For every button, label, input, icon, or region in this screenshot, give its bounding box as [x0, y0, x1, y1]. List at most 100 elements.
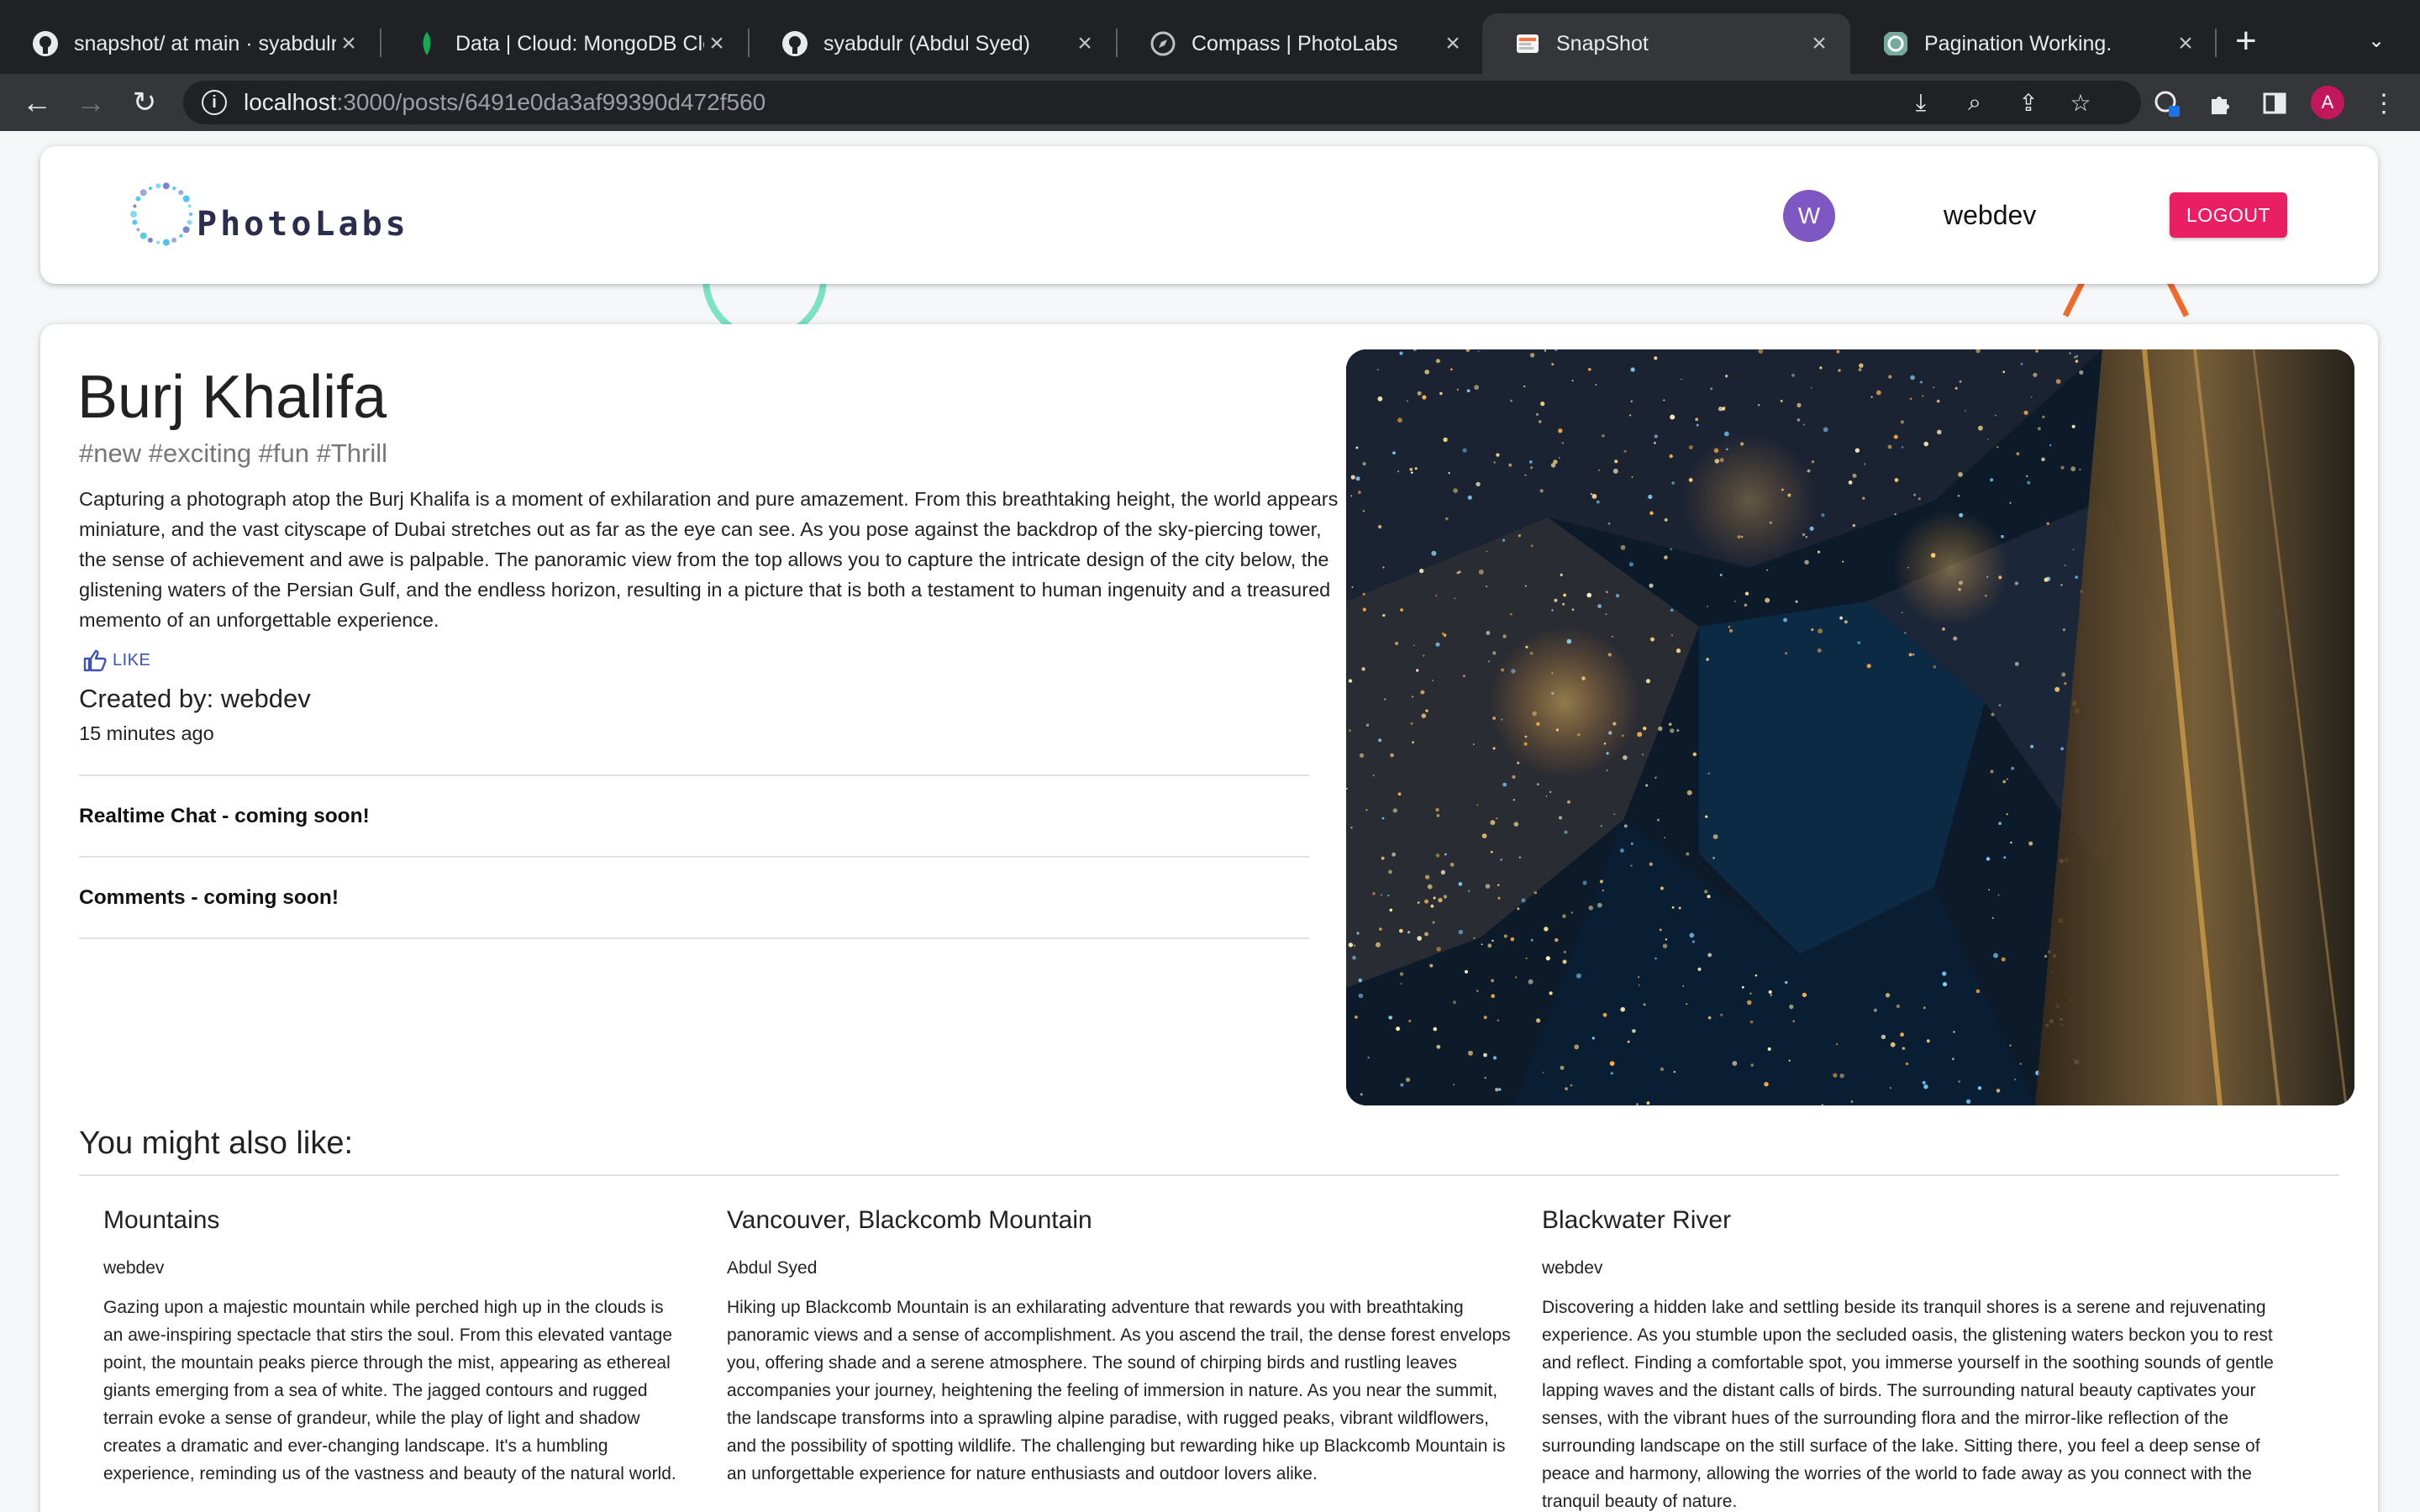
- city-light: [1521, 898, 1526, 903]
- divider: [79, 774, 1309, 776]
- city-light: [1654, 441, 1656, 444]
- brand-name[interactable]: PhotoLabs: [197, 205, 409, 244]
- recommended-post-card[interactable]: Blackwater River webdev Discovering a hi…: [1542, 1206, 2298, 1512]
- city-light: [2010, 841, 2012, 844]
- city-light: [1358, 978, 1363, 983]
- city-light: [1844, 620, 1848, 624]
- browser-profile-avatar[interactable]: A: [2311, 86, 2344, 119]
- city-light: [1797, 402, 1802, 407]
- address-url[interactable]: localhost:3000/posts/6491e0da3af99390d47…: [244, 89, 765, 116]
- install-app-icon[interactable]: ⤓: [1907, 89, 1934, 116]
- logo-dot: [155, 183, 161, 189]
- city-light: [1768, 990, 1772, 995]
- share-icon[interactable]: ⇪: [2015, 89, 2042, 116]
- like-button[interactable]: LIKE: [82, 648, 150, 672]
- city-light: [1785, 980, 1788, 984]
- city-light: [1900, 420, 1904, 424]
- city-light: [1529, 353, 1535, 358]
- recommended-post-card[interactable]: Mountains webdev Gazing upon a majestic …: [103, 1206, 683, 1488]
- city-light: [1443, 633, 1447, 637]
- forward-arrow-icon[interactable]: →: [71, 82, 111, 123]
- tab-github-snapshot[interactable]: snapshot/ at main · syabdulr ×: [0, 13, 380, 74]
- site-info-icon[interactable]: i: [202, 90, 227, 115]
- recommended-post-title: Vancouver, Blackcomb Mountain: [727, 1206, 1092, 1234]
- city-light: [1567, 800, 1570, 804]
- divider: [79, 1174, 2339, 1176]
- tab-compass[interactable]: Compass | PhotoLabs ×: [1118, 13, 1484, 74]
- recommended-post-message: Discovering a hidden lake and settling b…: [1542, 1298, 2274, 1511]
- city-light: [1387, 895, 1390, 897]
- city-light: [1423, 654, 1425, 657]
- city-light: [1996, 446, 1999, 449]
- reload-icon[interactable]: ↻: [124, 82, 165, 123]
- city-light: [1399, 351, 1403, 355]
- user-avatar[interactable]: W: [1783, 190, 1835, 242]
- photolabs-logo-icon[interactable]: [128, 180, 197, 249]
- city-light: [1399, 972, 1404, 976]
- city-light: [1613, 813, 1616, 816]
- city-light: [2075, 575, 2079, 579]
- logout-button[interactable]: LOGOUT: [2170, 192, 2287, 238]
- bookmark-star-icon[interactable]: ☆: [2067, 89, 2094, 116]
- back-arrow-icon[interactable]: ←: [17, 82, 57, 123]
- close-tab-icon[interactable]: ×: [1440, 29, 1465, 58]
- aerial-night-city-image: [1346, 349, 2354, 1105]
- city-light: [1991, 712, 1995, 717]
- extension-globe-icon[interactable]: [2153, 89, 2181, 118]
- close-tab-icon[interactable]: ×: [336, 29, 361, 58]
- city-light: [2027, 480, 2031, 485]
- city-light: [1443, 895, 1447, 899]
- city-light: [1503, 934, 1507, 938]
- browser-menu-kebab-icon[interactable]: ⋮: [2370, 89, 2398, 118]
- tab-snapshot-active[interactable]: SnapShot ×: [1482, 13, 1850, 74]
- city-light: [1770, 994, 1773, 997]
- address-bar[interactable]: i localhost:3000/posts/6491e0da3af99390d…: [183, 81, 2141, 124]
- city-light: [1560, 573, 1563, 576]
- city-light: [1645, 784, 1649, 787]
- city-light: [1707, 772, 1710, 774]
- zoom-icon[interactable]: ⌕: [1961, 89, 1988, 116]
- city-light: [1389, 908, 1393, 912]
- city-light: [1733, 601, 1736, 602]
- city-light: [1933, 665, 1937, 669]
- new-tab-plus-icon[interactable]: +: [2235, 22, 2257, 60]
- city-light: [1350, 826, 1353, 829]
- tab-github-profile[interactable]: syabdulr (Abdul Syed) ×: [750, 13, 1116, 74]
- city-light: [1408, 1019, 1412, 1023]
- city-light: [1997, 894, 2000, 896]
- city-light: [1641, 753, 1644, 756]
- close-tab-icon[interactable]: ×: [1072, 29, 1097, 58]
- city-light: [1605, 613, 1607, 616]
- city-light: [1396, 1026, 1401, 1032]
- city-light: [1392, 451, 1396, 454]
- city-light: [1817, 648, 1822, 653]
- close-tab-icon[interactable]: ×: [704, 29, 729, 58]
- city-light: [1590, 493, 1593, 496]
- city-light: [1754, 974, 1758, 977]
- tab-mongodb[interactable]: Data | Cloud: MongoDB Cloud ×: [381, 13, 748, 74]
- city-light: [1636, 1103, 1639, 1105]
- city-light: [1876, 390, 1881, 396]
- tab-title: Compass | PhotoLabs: [1192, 31, 1398, 55]
- recommended-post-card[interactable]: Vancouver, Blackcomb Mountain Abdul Syed…: [727, 1206, 1517, 1488]
- close-tab-icon[interactable]: ×: [1807, 29, 1832, 58]
- close-tab-icon[interactable]: ×: [2173, 29, 2198, 58]
- city-light: [1623, 824, 1628, 828]
- city-light: [1942, 971, 1947, 976]
- city-light: [1792, 1020, 1795, 1023]
- city-light: [1392, 852, 1396, 857]
- city-light: [1919, 381, 1923, 384]
- city-light: [1953, 636, 1958, 641]
- city-light: [1486, 550, 1488, 553]
- city-light: [1913, 493, 1916, 496]
- tab-search-chevron-icon[interactable]: ⌄: [2368, 29, 2385, 53]
- extensions-puzzle-icon[interactable]: [2207, 89, 2235, 118]
- city-light: [2033, 372, 2038, 377]
- city-light: [1978, 425, 1983, 431]
- tab-chatgpt[interactable]: Pagination Working. ×: [1850, 13, 2217, 74]
- city-light: [1654, 434, 1658, 438]
- city-light: [1780, 400, 1783, 402]
- side-panel-icon[interactable]: [2260, 89, 2289, 118]
- city-light: [1439, 391, 1443, 396]
- city-light: [1416, 669, 1419, 672]
